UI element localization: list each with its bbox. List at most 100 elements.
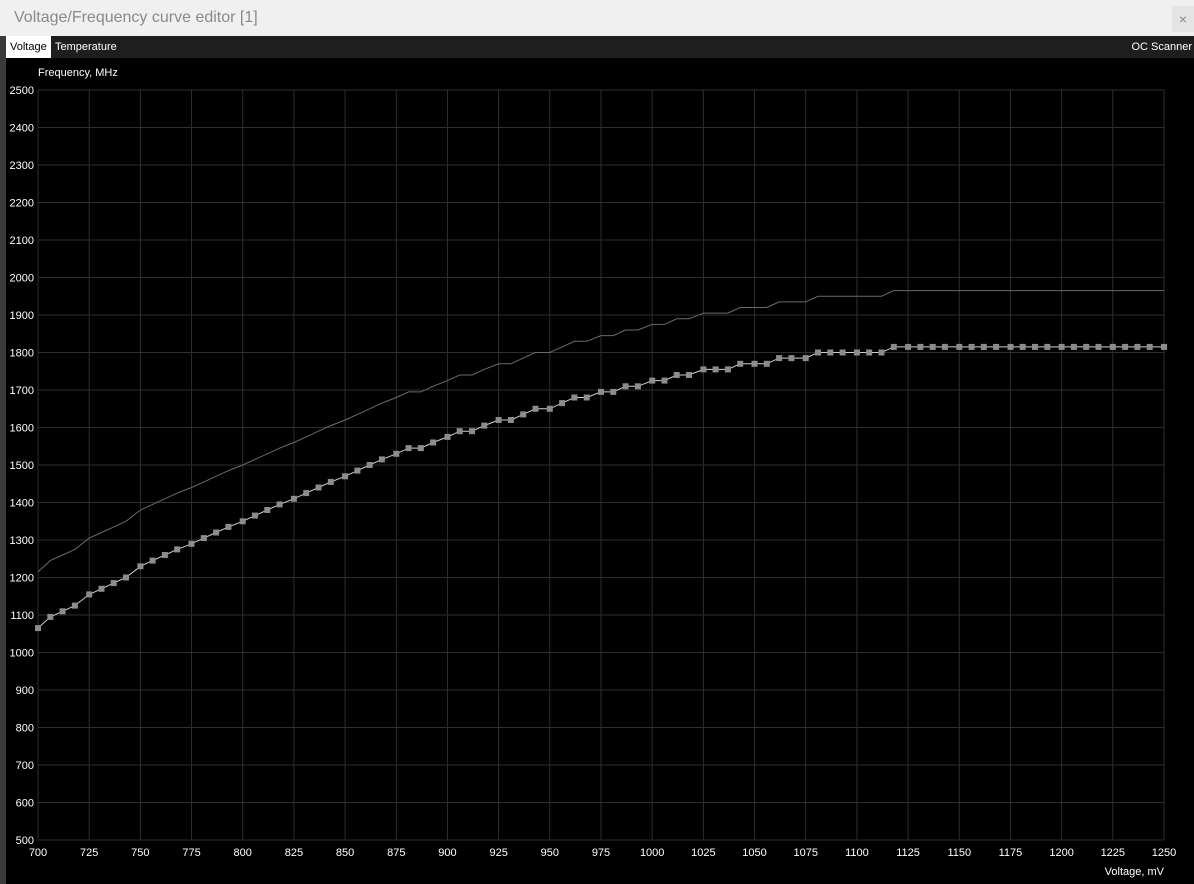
curve-point-handle[interactable] [59,608,66,615]
curve-point-handle[interactable] [174,546,181,553]
curve-point-handle[interactable] [1032,343,1038,350]
curve-point-handle[interactable] [315,484,322,491]
curve-point-handle[interactable] [366,462,373,468]
curve-point-handle[interactable] [686,372,692,378]
curve-point-handle[interactable] [610,388,617,395]
curve-point-handle[interactable] [290,495,297,502]
chart-grid [37,89,1165,841]
curve-point-handle[interactable] [1083,343,1090,350]
curve-point-handle[interactable] [137,563,144,570]
curve-point-handle[interactable] [520,411,527,418]
curve-point-handle[interactable] [712,366,719,373]
curve-point-handle[interactable] [980,343,987,350]
tab-temperature[interactable]: Temperature [51,36,121,58]
curve-point-handle[interactable] [35,625,41,632]
curve-point-handle[interactable] [571,394,578,401]
curve-point-handle[interactable] [327,478,334,485]
curve-point-handle[interactable] [417,445,424,452]
curve-point-handle[interactable] [649,377,656,384]
curve-point-handle[interactable] [546,405,553,412]
curve-point-handle[interactable] [878,349,885,356]
curve-point-handle[interactable] [737,360,744,367]
curve-point-handle[interactable] [941,343,948,350]
curve-point-handle[interactable] [905,343,912,350]
curve-point-handle[interactable] [393,450,400,457]
curve-point-handle[interactable] [86,591,93,598]
curve-point-handle[interactable] [225,523,232,530]
curve-point-handle[interactable] [123,574,129,581]
curve-point-handle[interactable] [956,343,963,350]
curve-point-handle[interactable] [98,585,105,592]
curve-point-handle[interactable] [890,343,897,350]
curve-point-handle[interactable] [507,417,514,423]
y-tick-label: 1000 [10,648,34,660]
oc-scanner-button[interactable]: OC Scanner [1131,36,1192,58]
curve-point-handle[interactable] [200,535,207,542]
curve-point-handle[interactable] [917,343,924,350]
curve-point-handle[interactable] [598,388,604,395]
curve-point-handle[interactable] [622,383,629,390]
curve-point-handle[interactable] [815,349,821,356]
curve-point-handle[interactable] [1134,343,1141,350]
curve-point-handle[interactable] [481,422,488,429]
curve-point-handle[interactable] [47,613,54,620]
curve-point-handle[interactable] [827,349,834,356]
curve-point-handle[interactable] [1070,343,1077,350]
curve-point-handle[interactable] [1095,343,1102,350]
curve-point-handle[interactable] [866,349,873,356]
curve-point-handle[interactable] [149,557,156,564]
vf-curve-chart[interactable]: 500 600 700 800 900 1000 1100 1200 1300 1400 1500 1… [6,58,1194,884]
curve-point-handle[interactable] [776,355,783,362]
curve-point-handle[interactable] [968,343,975,350]
curve-point-handle[interactable] [532,405,539,412]
curve-point-handle[interactable] [993,343,1000,350]
curve-point-handle[interactable] [239,518,246,525]
curve-point-handle[interactable] [763,360,770,367]
close-button[interactable]: × [1172,6,1194,32]
curve-point-handle[interactable] [1161,343,1167,350]
curve-point-handle[interactable] [1122,343,1129,350]
curve-point-handle[interactable] [1044,343,1051,350]
x-tick-label: 1225 [1101,847,1125,859]
curve-point-handle[interactable] [444,433,451,440]
curve-point-handle[interactable] [751,360,758,367]
tab-voltage[interactable]: Voltage [6,36,51,58]
curve-point-handle[interactable] [929,343,936,350]
curve-point-handle[interactable] [673,372,680,378]
curve-point-handle[interactable] [724,366,731,373]
curve-point-handle[interactable] [788,355,795,362]
curve-point-handle[interactable] [802,355,809,362]
y-tick-label: 700 [16,760,34,772]
curve-point-handle[interactable] [700,366,707,373]
curve-point-handle[interactable] [430,439,437,446]
curve-point-handle[interactable] [264,507,271,513]
curve-point-handle[interactable] [1109,343,1116,350]
curve-point-handle[interactable] [583,394,590,401]
curve-point-handle[interactable] [110,580,117,587]
curve-point-handle[interactable] [839,349,846,356]
vf-curve-plot[interactable]: 500 600 700 800 900 1000 1100 1200 1300 1400 1500 1… [6,58,1194,884]
curve-point-handle[interactable] [495,417,502,423]
curve-point-handle[interactable] [378,456,385,463]
y-tick-label: 2200 [10,198,34,210]
curve-point-handle[interactable] [354,467,361,474]
curve-point-handle[interactable] [456,428,463,435]
curve-point-handle[interactable] [71,602,78,609]
curve-point-handle[interactable] [161,552,168,558]
curve-point-handle[interactable] [252,512,258,519]
curve-point-handle[interactable] [661,377,668,384]
curve-point-handle[interactable] [405,445,412,452]
curve-point-handle[interactable] [1146,343,1153,350]
curve-point-handle[interactable] [1019,343,1026,350]
curve-point-handle[interactable] [213,529,220,536]
curve-point-handle[interactable] [303,490,310,497]
curve-point-handle[interactable] [276,501,283,508]
curve-point-handle[interactable] [342,473,349,480]
curve-point-handle[interactable] [188,540,195,547]
curve-point-handle[interactable] [853,349,860,356]
curve-point-handle[interactable] [1058,343,1065,350]
curve-point-handle[interactable] [469,428,475,435]
curve-point-handle[interactable] [559,400,566,407]
curve-point-handle[interactable] [1007,343,1014,350]
curve-point-handle[interactable] [634,383,641,390]
